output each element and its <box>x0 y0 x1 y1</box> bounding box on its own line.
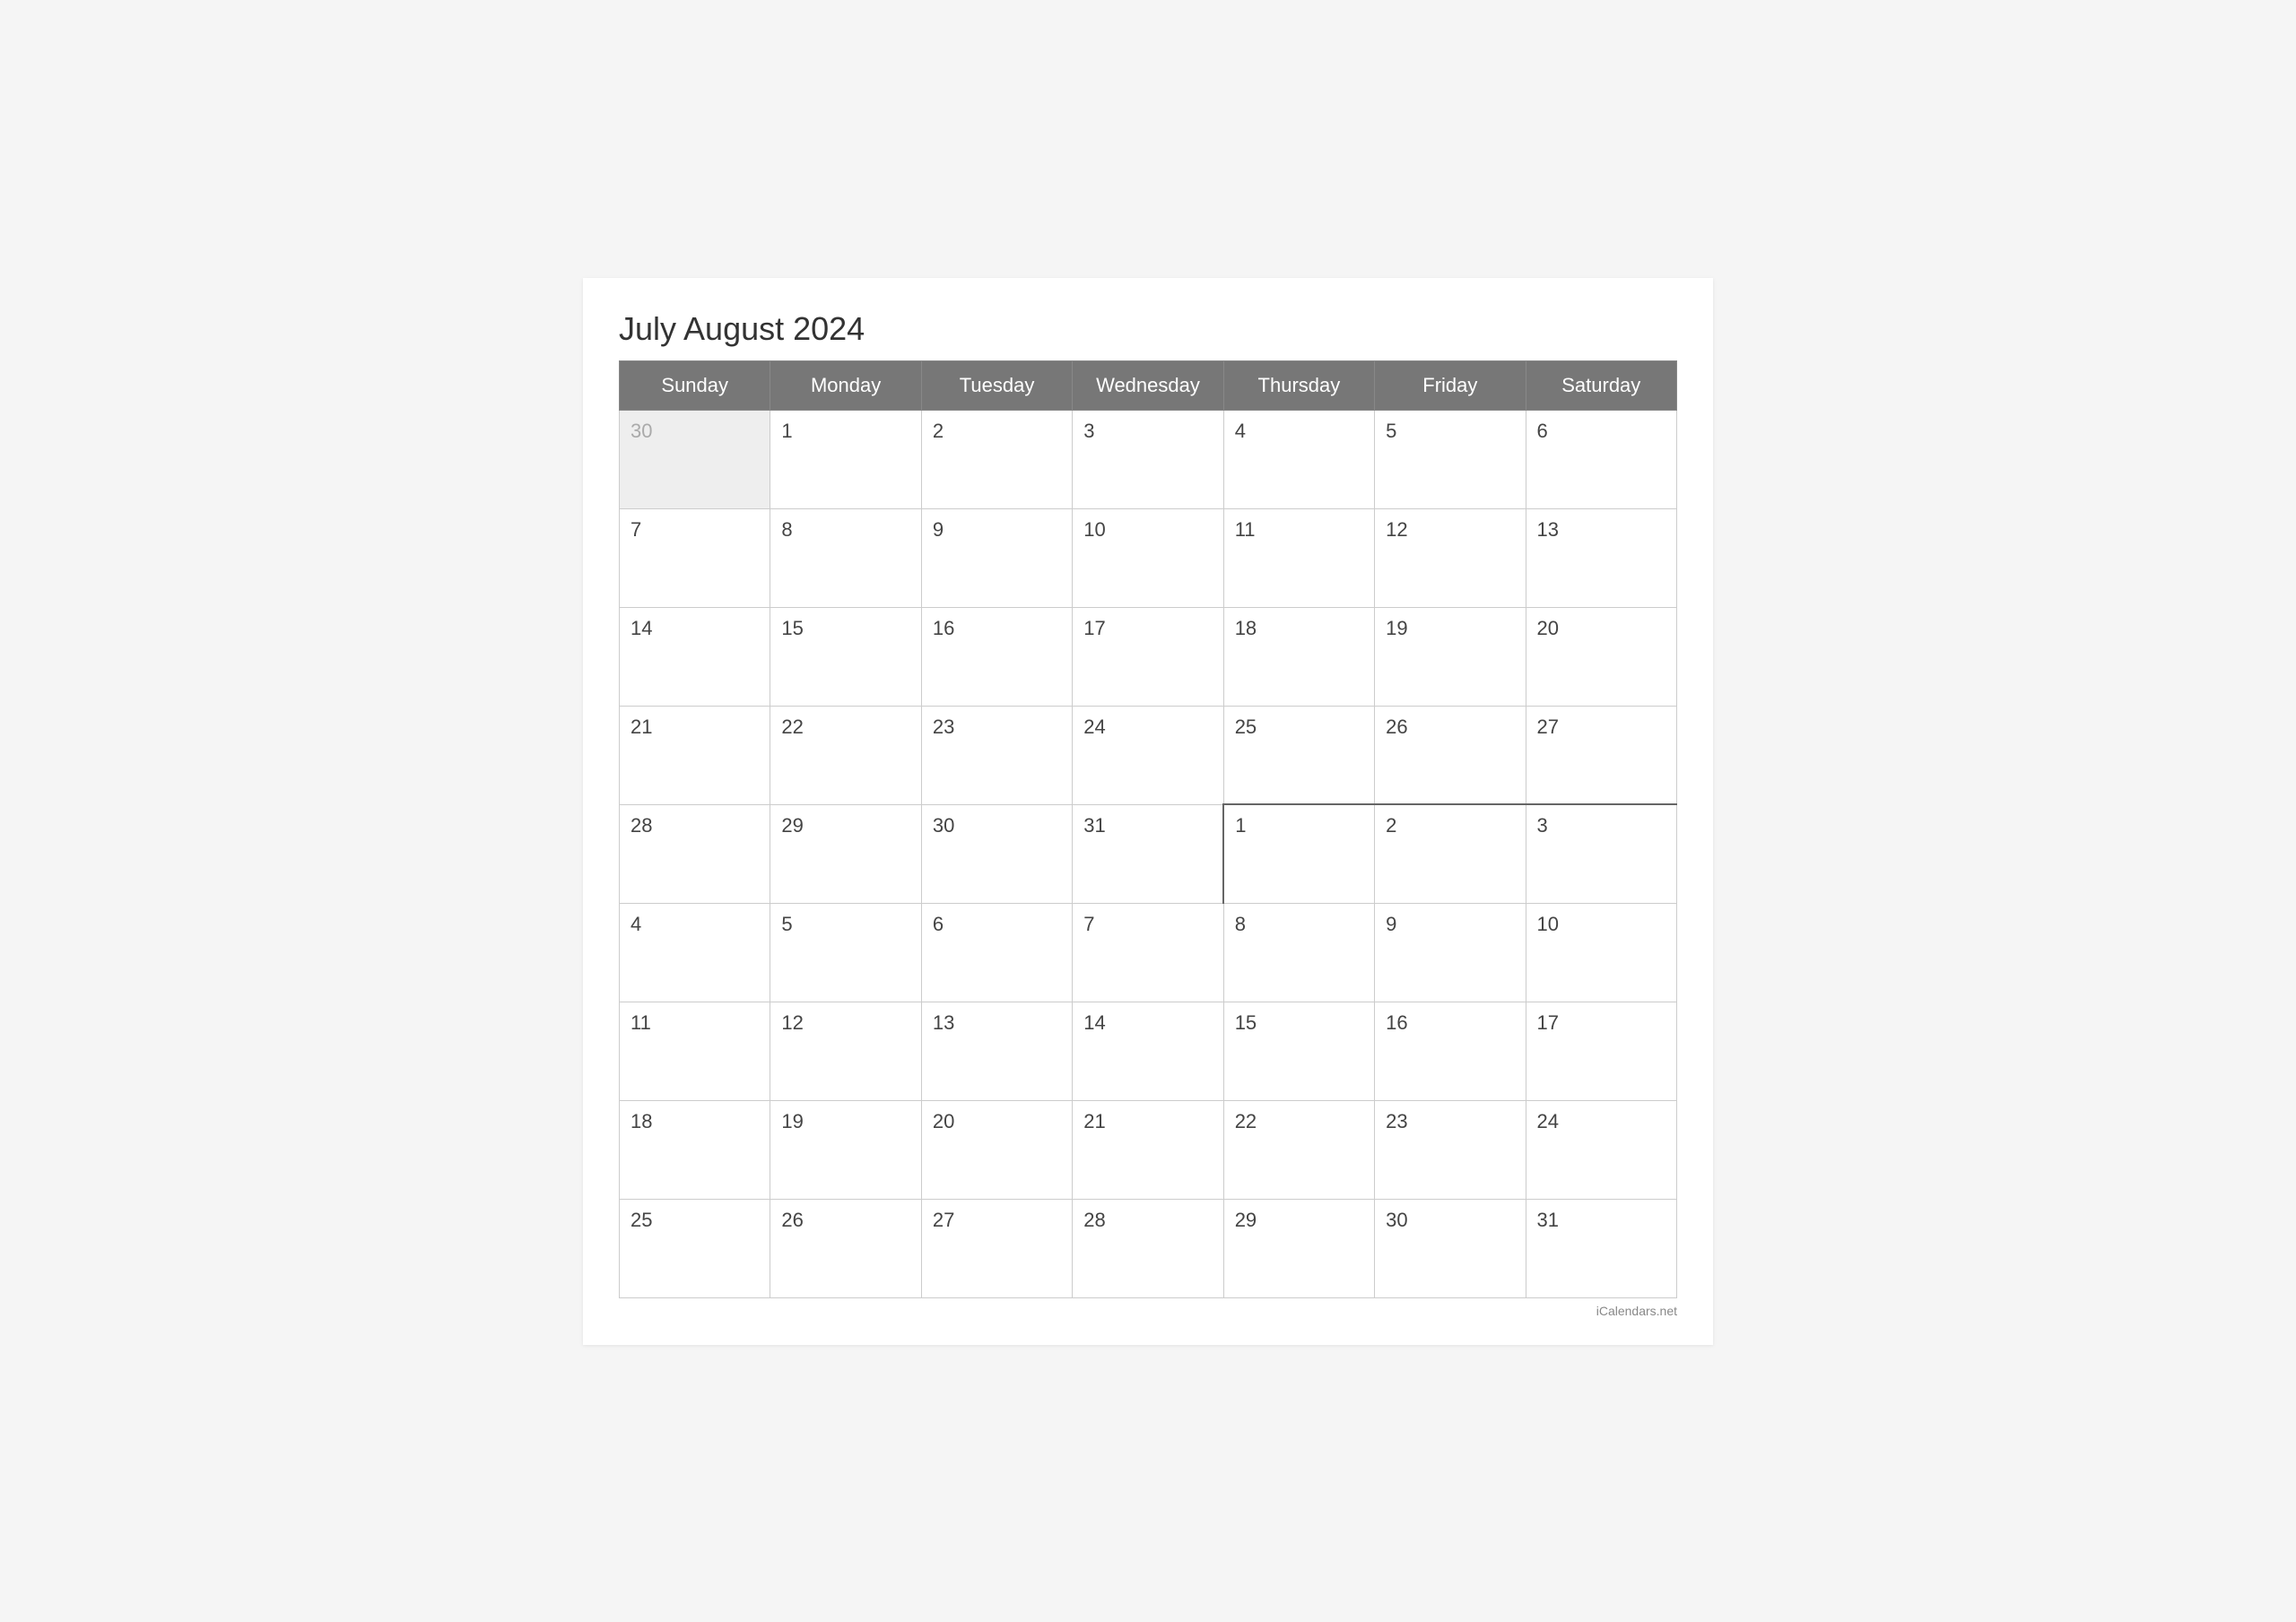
calendar-day-cell: 28 <box>1073 1199 1223 1297</box>
calendar-day-cell: 11 <box>620 1002 770 1100</box>
calendar-day-cell: 7 <box>620 508 770 607</box>
header-cell-saturday: Saturday <box>1526 360 1676 410</box>
calendar-day-cell: 27 <box>1526 706 1676 804</box>
calendar-day-cell: 21 <box>1073 1100 1223 1199</box>
calendar-week-row: 14151617181920 <box>620 607 1677 706</box>
header-cell-tuesday: Tuesday <box>921 360 1072 410</box>
watermark: iCalendars.net <box>619 1304 1677 1318</box>
calendar-day-cell: 18 <box>620 1100 770 1199</box>
calendar-day-cell: 2 <box>921 410 1072 508</box>
calendar-day-cell: 14 <box>620 607 770 706</box>
calendar-day-cell: 16 <box>1375 1002 1526 1100</box>
calendar-day-cell: 22 <box>1223 1100 1374 1199</box>
calendar-day-cell: 18 <box>1223 607 1374 706</box>
calendar-title: July August 2024 <box>619 310 1677 348</box>
calendar-day-cell: 4 <box>1223 410 1374 508</box>
calendar-day-cell: 26 <box>770 1199 921 1297</box>
calendar-day-cell: 1 <box>770 410 921 508</box>
calendar-day-cell: 19 <box>1375 607 1526 706</box>
calendar-day-cell: 3 <box>1073 410 1223 508</box>
calendar-day-cell: 8 <box>770 508 921 607</box>
calendar-day-cell: 6 <box>921 903 1072 1002</box>
header-cell-sunday: Sunday <box>620 360 770 410</box>
calendar-day-cell: 5 <box>1375 410 1526 508</box>
calendar-day-cell: 22 <box>770 706 921 804</box>
header-cell-wednesday: Wednesday <box>1073 360 1223 410</box>
calendar-day-cell: 28 <box>620 804 770 903</box>
calendar-day-cell: 29 <box>770 804 921 903</box>
calendar-day-cell: 3 <box>1526 804 1676 903</box>
calendar-header: SundayMondayTuesdayWednesdayThursdayFrid… <box>620 360 1677 410</box>
calendar-body: 3012345678910111213141516171819202122232… <box>620 410 1677 1297</box>
calendar-day-cell: 6 <box>1526 410 1676 508</box>
calendar-day-cell: 5 <box>770 903 921 1002</box>
calendar-day-cell: 25 <box>1223 706 1374 804</box>
calendar-day-cell: 14 <box>1073 1002 1223 1100</box>
calendar-table: SundayMondayTuesdayWednesdayThursdayFrid… <box>619 360 1677 1298</box>
header-cell-friday: Friday <box>1375 360 1526 410</box>
calendar-week-row: 30123456 <box>620 410 1677 508</box>
calendar-week-row: 28293031123 <box>620 804 1677 903</box>
calendar-day-cell: 7 <box>1073 903 1223 1002</box>
calendar-week-row: 78910111213 <box>620 508 1677 607</box>
calendar-day-cell: 11 <box>1223 508 1374 607</box>
calendar-day-cell: 13 <box>921 1002 1072 1100</box>
calendar-day-cell: 23 <box>1375 1100 1526 1199</box>
calendar-day-cell: 12 <box>1375 508 1526 607</box>
calendar-day-cell: 2 <box>1375 804 1526 903</box>
calendar-day-cell: 16 <box>921 607 1072 706</box>
calendar-day-cell: 31 <box>1526 1199 1676 1297</box>
calendar-day-cell: 31 <box>1073 804 1223 903</box>
calendar-day-cell: 15 <box>770 607 921 706</box>
calendar-day-cell: 24 <box>1526 1100 1676 1199</box>
calendar-week-row: 45678910 <box>620 903 1677 1002</box>
header-cell-monday: Monday <box>770 360 921 410</box>
calendar-day-cell: 26 <box>1375 706 1526 804</box>
calendar-day-cell: 20 <box>921 1100 1072 1199</box>
calendar-day-cell: 25 <box>620 1199 770 1297</box>
calendar-day-cell: 24 <box>1073 706 1223 804</box>
calendar-day-cell: 9 <box>1375 903 1526 1002</box>
header-cell-thursday: Thursday <box>1223 360 1374 410</box>
calendar-day-cell: 17 <box>1073 607 1223 706</box>
calendar-day-cell: 12 <box>770 1002 921 1100</box>
calendar-container: July August 2024 SundayMondayTuesdayWedn… <box>583 278 1713 1345</box>
calendar-day-cell: 10 <box>1526 903 1676 1002</box>
calendar-day-cell: 21 <box>620 706 770 804</box>
calendar-day-cell: 30 <box>921 804 1072 903</box>
calendar-day-cell: 30 <box>1375 1199 1526 1297</box>
calendar-day-cell: 30 <box>620 410 770 508</box>
calendar-day-cell: 29 <box>1223 1199 1374 1297</box>
calendar-day-cell: 1 <box>1223 804 1374 903</box>
calendar-day-cell: 4 <box>620 903 770 1002</box>
calendar-day-cell: 13 <box>1526 508 1676 607</box>
calendar-day-cell: 15 <box>1223 1002 1374 1100</box>
calendar-day-cell: 8 <box>1223 903 1374 1002</box>
calendar-week-row: 21222324252627 <box>620 706 1677 804</box>
calendar-week-row: 25262728293031 <box>620 1199 1677 1297</box>
calendar-day-cell: 27 <box>921 1199 1072 1297</box>
header-row: SundayMondayTuesdayWednesdayThursdayFrid… <box>620 360 1677 410</box>
calendar-week-row: 11121314151617 <box>620 1002 1677 1100</box>
calendar-day-cell: 20 <box>1526 607 1676 706</box>
calendar-week-row: 18192021222324 <box>620 1100 1677 1199</box>
calendar-day-cell: 17 <box>1526 1002 1676 1100</box>
calendar-day-cell: 10 <box>1073 508 1223 607</box>
calendar-day-cell: 19 <box>770 1100 921 1199</box>
calendar-day-cell: 23 <box>921 706 1072 804</box>
calendar-day-cell: 9 <box>921 508 1072 607</box>
